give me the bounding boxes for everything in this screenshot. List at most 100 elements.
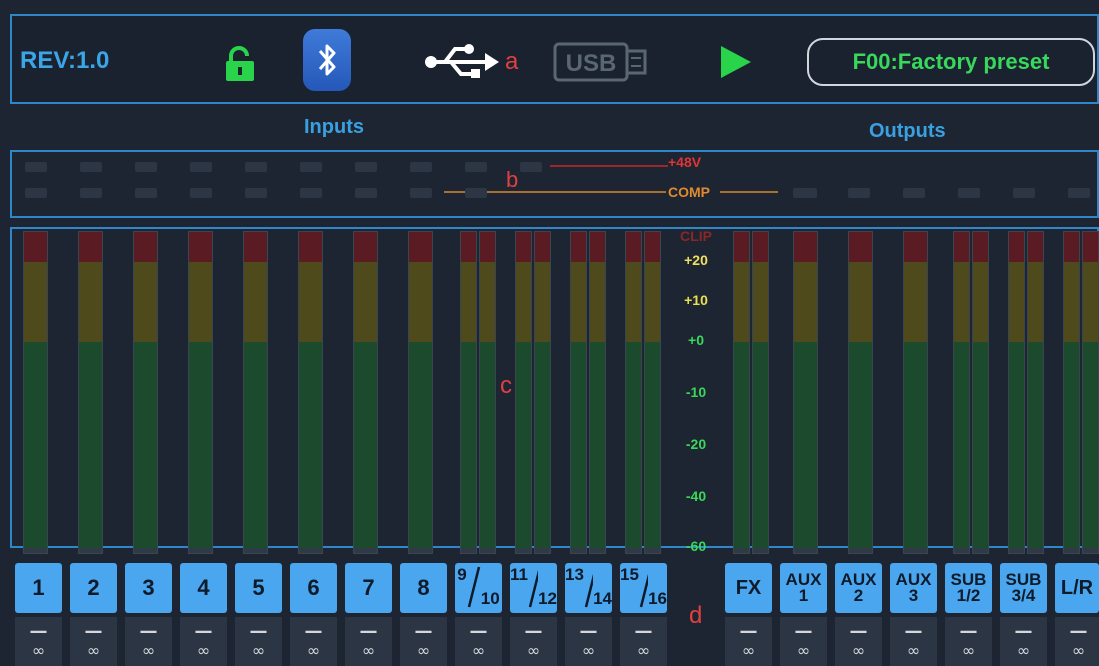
level-dash: — — [414, 620, 433, 642]
channel-level-readout[interactable]: — ∞ — [510, 617, 557, 666]
input-channel-button[interactable]: 6 — [290, 563, 337, 613]
level-meter — [1008, 231, 1025, 554]
channel-level-readout[interactable]: — ∞ — [835, 617, 882, 666]
level-dash: — — [139, 620, 158, 642]
level-value: ∞ — [86, 640, 101, 660]
channel-level-readout[interactable]: — ∞ — [290, 617, 337, 666]
level-meter — [23, 231, 48, 554]
channel-level-readout[interactable]: — ∞ — [180, 617, 227, 666]
channel-level-readout[interactable]: — ∞ — [725, 617, 772, 666]
phantom-led — [520, 162, 542, 172]
channel-level-readout[interactable]: — ∞ — [455, 617, 502, 666]
input-channel-button[interactable]: 4 — [180, 563, 227, 613]
comp-led — [245, 188, 267, 198]
usb-drive-button[interactable]: USB — [553, 42, 649, 82]
output-channel-button[interactable]: FX — [725, 563, 772, 613]
comp-led — [355, 188, 377, 198]
output-comp-led — [1068, 188, 1090, 198]
channel-label: 5 — [252, 575, 265, 600]
meter-scale-label: -60 — [685, 538, 707, 554]
input-channel-button[interactable]: 1 — [15, 563, 62, 613]
channel-level-readout[interactable]: — ∞ — [125, 617, 172, 666]
level-value: ∞ — [31, 640, 46, 660]
channel-label-line1: L/R — [1060, 577, 1094, 599]
level-value: ∞ — [961, 640, 976, 660]
comp-led — [25, 188, 47, 198]
level-meter — [752, 231, 769, 554]
level-dash: — — [739, 620, 758, 642]
usb-drive-icon: USB — [553, 42, 647, 82]
input-channel-button[interactable]: 8 — [400, 563, 447, 613]
level-meter — [479, 231, 496, 554]
channel-level-readout[interactable]: — ∞ — [400, 617, 447, 666]
annotation-a: a — [505, 48, 519, 75]
level-dash: — — [959, 620, 978, 642]
channel-label-line2: 3/4 — [1011, 586, 1036, 605]
channel-level-readout[interactable]: — ∞ — [620, 617, 667, 666]
level-value: ∞ — [141, 640, 156, 660]
output-comp-led — [795, 188, 817, 198]
channel-level-readout[interactable]: — ∞ — [70, 617, 117, 666]
input-channel-button[interactable]: 15 16 — [620, 563, 667, 613]
level-dash: — — [634, 620, 653, 642]
channel-level-readout[interactable]: — ∞ — [945, 617, 992, 666]
input-channel-button[interactable]: 11 12 — [510, 563, 557, 613]
level-dash: — — [524, 620, 543, 642]
phantom-led — [135, 162, 157, 172]
input-channel-button[interactable]: 3 — [125, 563, 172, 613]
output-channel-button[interactable]: SUB 3/4 — [1000, 563, 1047, 613]
phantom-led — [25, 162, 47, 172]
channel-level-readout[interactable]: — ∞ — [15, 617, 62, 666]
meter-scale-label: +10 — [684, 292, 708, 308]
input-channel-button[interactable]: 5 — [235, 563, 282, 613]
channel-level-readout[interactable]: — ∞ — [345, 617, 392, 666]
preset-selector[interactable]: F00:Factory preset — [807, 38, 1095, 86]
phantom-power-label: +48V — [668, 154, 702, 170]
output-channel-button[interactable]: L/R — [1055, 563, 1099, 613]
phantom-led — [300, 162, 322, 172]
input-channel-button[interactable]: 7 — [345, 563, 392, 613]
input-channel-button[interactable]: 2 — [70, 563, 117, 613]
play-icon[interactable] — [719, 44, 753, 80]
level-dash: — — [794, 620, 813, 642]
usb-drive-label: USB — [566, 50, 617, 77]
channel-level-readout[interactable]: — ∞ — [1000, 617, 1047, 666]
comp-led — [80, 188, 102, 198]
bluetooth-button[interactable] — [303, 29, 351, 91]
channel-label-line2: 3 — [908, 586, 919, 605]
comp-led — [465, 188, 487, 198]
level-value: ∞ — [251, 640, 266, 660]
level-dash: — — [849, 620, 868, 642]
channel-label: 6 — [307, 575, 320, 600]
channel-label-denominator: 12 — [538, 589, 557, 608]
level-meter — [243, 231, 268, 554]
output-channel-button[interactable]: AUX 2 — [835, 563, 882, 613]
channel-label: 3 — [142, 575, 155, 600]
output-channel-button[interactable]: AUX 1 — [780, 563, 827, 613]
channel-level-readout[interactable]: — ∞ — [565, 617, 612, 666]
phantom-led — [245, 162, 267, 172]
channel-label-line1: FX — [735, 577, 762, 599]
meter-scale-label: +0 — [688, 332, 704, 348]
fraction-slash — [584, 573, 594, 608]
level-dash: — — [249, 620, 268, 642]
channel-level-readout[interactable]: — ∞ — [235, 617, 282, 666]
level-meter — [298, 231, 323, 554]
input-channel-button[interactable]: 9 10 — [455, 563, 502, 613]
output-channel-button[interactable]: SUB 1/2 — [945, 563, 992, 613]
channel-level-readout[interactable]: — ∞ — [1055, 617, 1099, 666]
channel-level-readout[interactable]: — ∞ — [890, 617, 937, 666]
channel-label-denominator: 16 — [648, 589, 667, 608]
input-channel-button[interactable]: 13 14 — [565, 563, 612, 613]
phantom-led — [410, 162, 432, 172]
channel-level-readout[interactable]: — ∞ — [780, 617, 827, 666]
level-dash: — — [29, 620, 48, 642]
comp-led — [190, 188, 212, 198]
output-channel-button[interactable]: AUX 3 — [890, 563, 937, 613]
level-meter — [188, 231, 213, 554]
level-value: ∞ — [471, 640, 486, 660]
level-meter — [408, 231, 433, 554]
level-meter — [78, 231, 103, 554]
channel-label-line2: 2 — [853, 586, 864, 605]
unlocked-padlock-icon[interactable] — [222, 46, 258, 82]
